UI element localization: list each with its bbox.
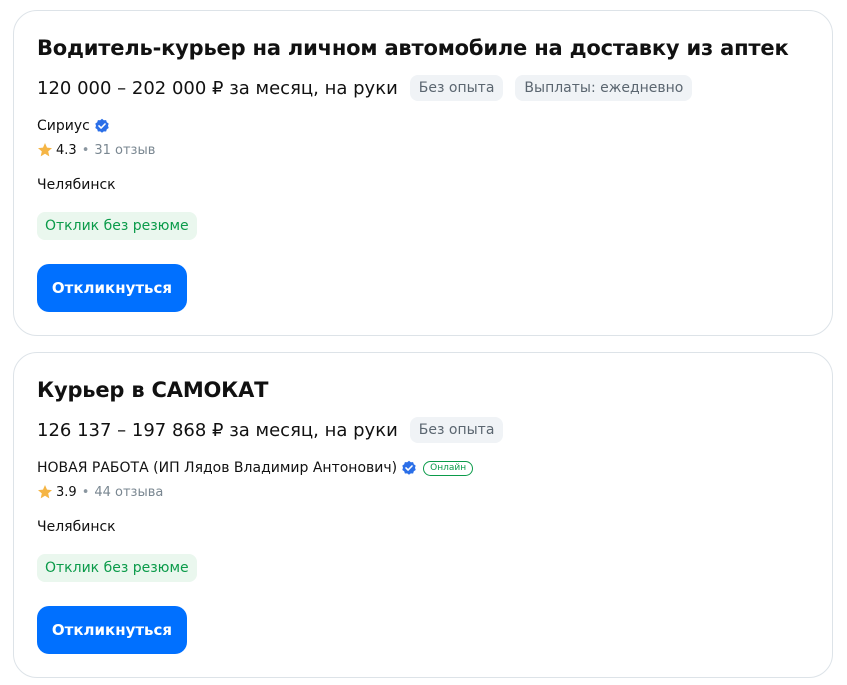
online-badge: Онлайн (423, 460, 474, 476)
salary-row: 126 137 – 197 868 ₽ за месяц, на руки Бе… (37, 416, 515, 444)
apply-button[interactable]: Откликнуться (37, 264, 187, 312)
payout-tag: Выплаты: ежедневно (515, 75, 693, 101)
separator-dot: • (81, 484, 90, 500)
salary: 120 000 – 202 000 ₽ за месяц, на руки (37, 77, 398, 99)
star-icon (38, 485, 52, 499)
vacancy-card[interactable]: Водитель-курьер на личном автомобиле на … (13, 10, 833, 336)
vacancy-title[interactable]: Курьер в САМОКАТ (37, 378, 269, 402)
no-resume-tag: Отклик без резюме (37, 554, 197, 582)
rating-row: 4.3 • 31 отзыв (37, 142, 155, 158)
experience-tag: Без опыта (409, 417, 504, 443)
star-icon (38, 143, 52, 157)
verified-badge-icon (402, 460, 416, 475)
city: Челябинск (37, 177, 116, 193)
company-row: НОВАЯ РАБОТА (ИП Лядов Владимир Антонови… (37, 460, 474, 476)
vacancy-card[interactable]: Курьер в САМОКАТ 126 137 – 197 868 ₽ за … (13, 352, 833, 678)
vacancy-title[interactable]: Водитель-курьер на личном автомобиле на … (37, 36, 789, 60)
no-resume-tag: Отклик без резюме (37, 212, 197, 240)
salary-row: 120 000 – 202 000 ₽ за месяц, на руки Бе… (37, 74, 704, 102)
experience-tag: Без опыта (409, 75, 504, 101)
rating-value: 3.9 (56, 484, 77, 500)
reviews-count[interactable]: 31 отзыв (94, 143, 155, 158)
separator-dot: • (81, 142, 90, 158)
verified-badge-icon (95, 118, 109, 133)
reviews-count[interactable]: 44 отзыва (94, 485, 163, 500)
rating-row: 3.9 • 44 отзыва (37, 484, 163, 500)
apply-button[interactable]: Откликнуться (37, 606, 187, 654)
company-row: Сириус (37, 118, 110, 134)
salary: 126 137 – 197 868 ₽ за месяц, на руки (37, 419, 398, 441)
rating-value: 4.3 (56, 142, 77, 158)
city: Челябинск (37, 519, 116, 535)
company-name[interactable]: Сириус (37, 118, 90, 134)
company-name[interactable]: НОВАЯ РАБОТА (ИП Лядов Владимир Антонови… (37, 460, 397, 476)
